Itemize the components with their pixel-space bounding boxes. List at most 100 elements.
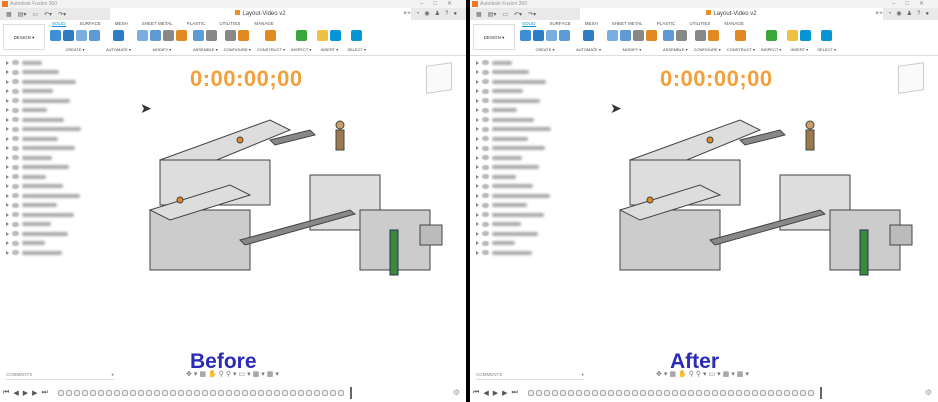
timeline-feature-icon[interactable] bbox=[265, 390, 272, 396]
tool-icon[interactable] bbox=[765, 30, 777, 41]
browser-node[interactable] bbox=[470, 115, 590, 125]
tool-icon[interactable] bbox=[645, 30, 657, 41]
tool-icon[interactable] bbox=[735, 30, 747, 41]
ribbon-tab[interactable]: SOLID bbox=[522, 21, 536, 27]
browser-node[interactable] bbox=[470, 87, 590, 97]
ribbon-group-label[interactable]: CONSTRUCT ▾ bbox=[727, 47, 755, 52]
tool-icon[interactable] bbox=[225, 30, 237, 41]
expand-icon[interactable] bbox=[476, 127, 479, 132]
visibility-icon[interactable] bbox=[12, 69, 19, 75]
expand-icon[interactable] bbox=[476, 241, 479, 246]
browser-node[interactable] bbox=[0, 248, 120, 258]
browser-node[interactable] bbox=[0, 182, 120, 192]
tool-icon[interactable] bbox=[632, 30, 644, 41]
ribbon-group-label[interactable]: CREATE ▾ bbox=[535, 47, 554, 52]
expand-icon[interactable] bbox=[476, 250, 479, 255]
browser-node[interactable] bbox=[470, 191, 590, 201]
ribbon-group-label[interactable]: CREATE ▾ bbox=[65, 47, 84, 52]
ribbon-tab[interactable]: MESH bbox=[115, 21, 128, 27]
timeline-feature-icon[interactable] bbox=[543, 390, 550, 396]
expand-icon[interactable] bbox=[476, 146, 479, 151]
timeline-feature-icon[interactable] bbox=[273, 390, 280, 396]
viewport-nav-bar[interactable]: ✥▾▦✋⚲⚲▾▭▾▦▾▦▾ bbox=[186, 370, 281, 378]
play-icon[interactable]: ▶ bbox=[493, 389, 498, 397]
ribbon-tab[interactable]: MANAGE bbox=[724, 21, 744, 27]
timeline-feature-icon[interactable] bbox=[639, 390, 646, 396]
tool-icon[interactable] bbox=[546, 30, 557, 41]
timeline-feature-icon[interactable] bbox=[329, 390, 336, 396]
comments-toggle-icon[interactable]: ● bbox=[581, 372, 584, 379]
first-frame-icon[interactable]: ⏮ bbox=[3, 389, 9, 397]
timeline-feature-icon[interactable] bbox=[321, 390, 328, 396]
visibility-icon[interactable] bbox=[12, 221, 19, 227]
timeline-feature-icon[interactable] bbox=[289, 390, 296, 396]
header-icons[interactable]: +◔◉♟?● bbox=[407, 8, 462, 20]
tool-icon[interactable] bbox=[162, 30, 174, 41]
browser-node[interactable] bbox=[470, 125, 590, 135]
visibility-icon[interactable] bbox=[12, 212, 19, 218]
browser-node[interactable] bbox=[0, 201, 120, 211]
ribbon-group-label[interactable]: AUTOMATE ▾ bbox=[576, 47, 601, 52]
browser-node[interactable] bbox=[470, 153, 590, 163]
save-icon[interactable]: ▭ bbox=[502, 11, 508, 18]
ribbon-tab[interactable]: SHEET METAL bbox=[142, 21, 173, 27]
expand-icon[interactable] bbox=[6, 136, 9, 141]
grid-menu-icon[interactable]: ▦ bbox=[476, 11, 482, 18]
ribbon-tab[interactable]: MANAGE bbox=[254, 21, 274, 27]
browser-node[interactable] bbox=[0, 96, 120, 106]
comments-toggle-icon[interactable]: ● bbox=[111, 372, 114, 379]
expand-icon[interactable] bbox=[476, 165, 479, 170]
browser-node[interactable] bbox=[0, 87, 120, 97]
visibility-icon[interactable] bbox=[12, 193, 19, 199]
timeline-feature-icon[interactable] bbox=[73, 390, 80, 396]
tool-icon[interactable] bbox=[606, 30, 618, 41]
visibility-icon[interactable] bbox=[482, 250, 489, 256]
timeline-feature-icon[interactable] bbox=[305, 390, 312, 396]
expand-icon[interactable] bbox=[6, 193, 9, 198]
timeline-feature-icon[interactable] bbox=[145, 390, 152, 396]
timeline-feature-icon[interactable] bbox=[711, 390, 718, 396]
expand-icon[interactable] bbox=[6, 60, 9, 65]
tool-icon[interactable] bbox=[136, 30, 148, 41]
expand-icon[interactable] bbox=[476, 174, 479, 179]
expand-icon[interactable] bbox=[476, 89, 479, 94]
visibility-icon[interactable] bbox=[482, 240, 489, 246]
ribbon-tab[interactable]: PLASTIC bbox=[657, 21, 676, 27]
timeline-feature-icon[interactable] bbox=[807, 390, 814, 396]
tool-icon[interactable] bbox=[193, 30, 205, 41]
ribbon-group-label[interactable]: SELECT ▾ bbox=[347, 47, 366, 52]
timeline-feature-icon[interactable] bbox=[161, 390, 168, 396]
expand-icon[interactable] bbox=[6, 174, 9, 179]
timeline-feature-icon[interactable] bbox=[241, 390, 248, 396]
visibility-icon[interactable] bbox=[482, 183, 489, 189]
browser-node[interactable] bbox=[470, 144, 590, 154]
visibility-icon[interactable] bbox=[482, 98, 489, 104]
timeline-feature-icon[interactable] bbox=[185, 390, 192, 396]
timeline-feature-icon[interactable] bbox=[249, 390, 256, 396]
timeline-feature-icon[interactable] bbox=[137, 390, 144, 396]
visibility-icon[interactable] bbox=[12, 164, 19, 170]
browser-node[interactable] bbox=[470, 77, 590, 87]
expand-icon[interactable] bbox=[476, 222, 479, 227]
visibility-icon[interactable] bbox=[482, 117, 489, 123]
visibility-icon[interactable] bbox=[12, 155, 19, 161]
tool-icon[interactable] bbox=[89, 30, 100, 41]
timeline-feature-icon[interactable] bbox=[177, 390, 184, 396]
browser-node[interactable] bbox=[470, 210, 590, 220]
save-icon[interactable]: ▭ bbox=[32, 11, 38, 18]
browser-node[interactable] bbox=[470, 220, 590, 230]
expand-icon[interactable] bbox=[476, 70, 479, 75]
expand-icon[interactable] bbox=[6, 108, 9, 113]
tool-icon[interactable] bbox=[533, 30, 544, 41]
timeline-feature-icon[interactable] bbox=[607, 390, 614, 396]
tool-icon[interactable] bbox=[695, 30, 707, 41]
last-frame-icon[interactable]: ⏭ bbox=[41, 389, 47, 397]
expand-icon[interactable] bbox=[476, 136, 479, 141]
undo-icon[interactable]: ↶▾ bbox=[44, 11, 52, 18]
window-controls[interactable]: –□✕ bbox=[420, 0, 462, 8]
browser-node[interactable] bbox=[470, 248, 590, 258]
expand-icon[interactable] bbox=[6, 117, 9, 122]
viewport-nav-bar[interactable]: ✥▾▦✋⚲⚲▾▭▾▦▾▦▾ bbox=[656, 370, 751, 378]
ribbon-tab[interactable]: PLASTIC bbox=[187, 21, 206, 27]
ribbon-group-label[interactable]: SELECT ▾ bbox=[817, 47, 836, 52]
